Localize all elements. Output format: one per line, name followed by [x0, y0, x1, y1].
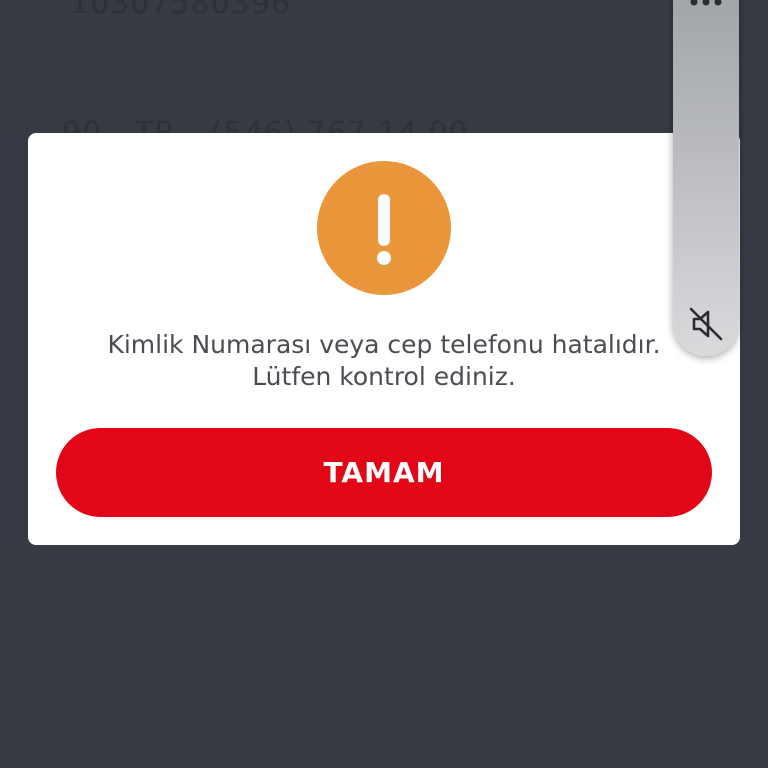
- error-message: Kimlik Numarası veya cep telefonu hatalı…: [48, 329, 720, 393]
- error-dialog: Kimlik Numarası veya cep telefonu hatalı…: [28, 133, 740, 545]
- more-dots-icon[interactable]: [689, 0, 723, 6]
- exclamation-icon: [317, 161, 451, 295]
- error-message-line-1: Kimlik Numarası veya cep telefonu hatalı…: [107, 330, 661, 359]
- id-number-field: 10307580396: [70, 0, 291, 21]
- speaker-muted-icon[interactable]: [685, 303, 727, 345]
- error-message-line-2: Lütfen kontrol ediniz.: [252, 362, 516, 391]
- id-number-value: 10307580396: [70, 0, 291, 21]
- screen: 10307580396 90 - TR (546) 767 14 00 Kiml…: [0, 0, 768, 768]
- volume-panel[interactable]: [673, 0, 739, 356]
- ok-button[interactable]: TAMAM: [56, 428, 712, 517]
